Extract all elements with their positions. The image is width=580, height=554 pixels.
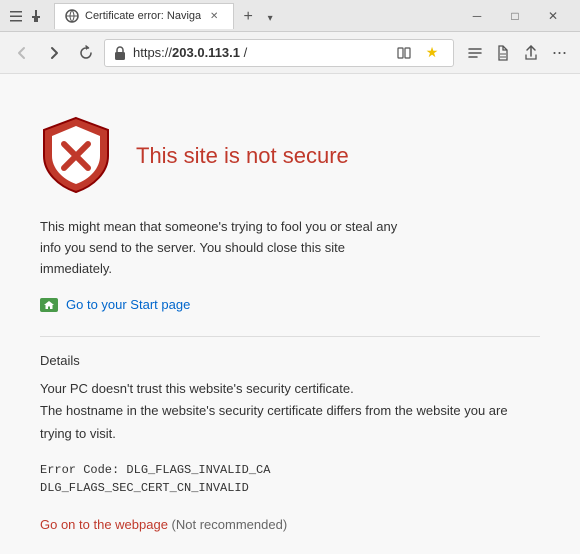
address-actions: ★ <box>391 40 445 66</box>
toolbar-right: ··· <box>462 40 572 66</box>
go-anyway-link[interactable]: Go on to the webpage <box>40 517 168 532</box>
tab-close-button[interactable]: ✕ <box>207 9 221 23</box>
lock-icon <box>113 45 127 61</box>
titlebar-icons <box>8 8 44 24</box>
url-suffix: / <box>240 45 247 60</box>
tab-favicon <box>65 9 79 23</box>
error-title: This site is not secure <box>136 143 349 169</box>
tab-dropdown-button[interactable]: ▾ <box>260 9 280 29</box>
minimize-button[interactable]: ─ <box>458 0 496 32</box>
forward-button[interactable] <box>40 39 68 67</box>
start-page-link[interactable]: Go to your Start page <box>40 297 540 312</box>
active-tab[interactable]: Certificate error: Naviga ✕ <box>54 3 234 29</box>
reader-view-icon[interactable] <box>391 40 417 66</box>
window-controls: ─ □ ✕ <box>458 0 572 32</box>
divider <box>40 336 540 337</box>
start-page-icon <box>40 298 58 312</box>
go-anyway-section: Go on to the webpage (Not recommended) <box>40 517 540 532</box>
addressbar: https://203.0.113.1 / ★ ··· <box>0 32 580 74</box>
error-code: Error Code: DLG_FLAGS_INVALID_CA DLG_FLA… <box>40 461 540 497</box>
error-description: This might mean that someone's trying to… <box>40 217 420 279</box>
details-section: Details Your PC doesn't trust this websi… <box>40 353 540 444</box>
new-tab-button[interactable]: + <box>236 5 260 29</box>
maximize-button[interactable]: □ <box>496 0 534 32</box>
shield-icon <box>40 114 112 197</box>
refresh-button[interactable] <box>72 39 100 67</box>
start-page-text: Go to your Start page <box>66 297 190 312</box>
back-button[interactable] <box>8 39 36 67</box>
notes-icon[interactable] <box>490 40 516 66</box>
tab-title: Certificate error: Naviga <box>85 10 201 22</box>
url-prefix: https:// <box>133 45 172 60</box>
close-button[interactable]: ✕ <box>534 0 572 32</box>
favorites-star-icon[interactable]: ★ <box>419 40 445 66</box>
address-field[interactable]: https://203.0.113.1 / ★ <box>104 39 454 67</box>
tab-area: Certificate error: Naviga ✕ + ▾ <box>54 3 452 29</box>
error-body: This might mean that someone's trying to… <box>40 217 540 532</box>
address-url[interactable]: https://203.0.113.1 / <box>133 45 385 60</box>
pin-icon[interactable] <box>28 8 44 24</box>
share-icon[interactable] <box>518 40 544 66</box>
more-button[interactable]: ··· <box>546 40 572 66</box>
details-heading: Details <box>40 353 540 368</box>
error-header: This site is not secure <box>40 114 540 197</box>
settings-icon[interactable] <box>8 8 24 24</box>
error-page-content: This site is not secure This might mean … <box>0 74 580 554</box>
url-domain: 203.0.113.1 <box>172 45 240 60</box>
detail-line1: Your PC doesn't trust this website's sec… <box>40 378 540 444</box>
titlebar: Certificate error: Naviga ✕ + ▾ ─ □ ✕ <box>0 0 580 32</box>
favorites-icon[interactable] <box>462 40 488 66</box>
not-recommended-text: (Not recommended) <box>168 517 287 532</box>
